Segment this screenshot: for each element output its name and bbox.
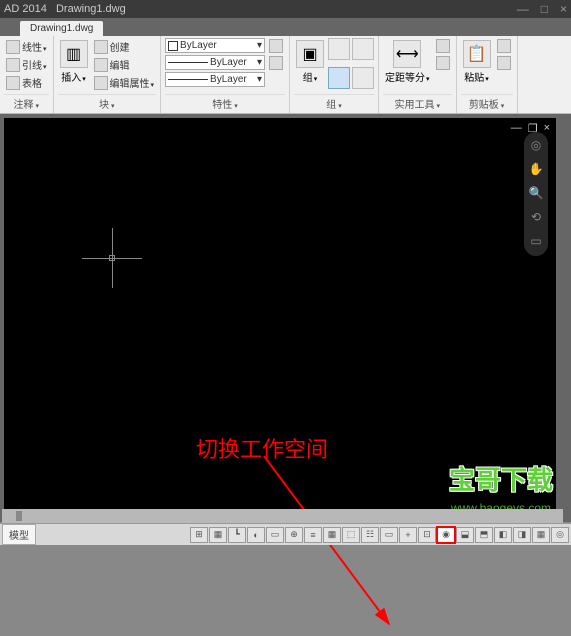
- panel-label-annotation[interactable]: 注释: [4, 94, 49, 111]
- title-bar: AD 2014 Drawing1.dwg — □ ×: [0, 0, 571, 18]
- panel-label-utilities[interactable]: 实用工具: [383, 94, 452, 111]
- status-button-15[interactable]: ⬒: [475, 527, 493, 543]
- status-button-9[interactable]: ☷: [361, 527, 379, 543]
- group-tool-4[interactable]: [352, 67, 374, 89]
- measure-icon: ⟷: [393, 40, 421, 68]
- layer-color-select[interactable]: ByLayer▾: [165, 38, 265, 53]
- group-tool-1[interactable]: [328, 38, 350, 60]
- status-button-10[interactable]: ▭: [380, 527, 398, 543]
- nav-showmotion-icon[interactable]: ▭: [528, 234, 544, 250]
- nav-pan-icon[interactable]: ✋: [528, 162, 544, 178]
- table-button[interactable]: 表格: [4, 74, 49, 91]
- nav-orbit-icon[interactable]: ⟲: [528, 210, 544, 226]
- maximize-button[interactable]: □: [541, 2, 548, 16]
- status-bar: 模型 ⊞▦┗◐▭⊕≡▦⬚☷▭+⊡◉⬓⬒◧◨▦◎: [0, 523, 571, 545]
- group-tool-2[interactable]: [352, 38, 374, 60]
- cut-icon[interactable]: [497, 39, 511, 53]
- paste-button[interactable]: 📋 粘贴: [461, 38, 493, 94]
- document-tabs: Drawing1.dwg: [0, 18, 571, 36]
- workspace-switch-button[interactable]: ◉: [437, 527, 455, 543]
- list-icon[interactable]: [269, 56, 283, 70]
- panel-label-group[interactable]: 组: [294, 94, 374, 111]
- editattr-icon: [94, 76, 108, 90]
- nav-wheel-icon[interactable]: ◎: [528, 138, 544, 154]
- insert-button[interactable]: ▥ 插入: [58, 38, 90, 94]
- util-icon-1[interactable]: [436, 39, 450, 53]
- status-button-5[interactable]: ⊕: [285, 527, 303, 543]
- util-icon-2[interactable]: [436, 56, 450, 70]
- edit-icon: [94, 58, 108, 72]
- status-button-19[interactable]: ◎: [551, 527, 569, 543]
- annotation-text: 切换工作空间: [196, 432, 328, 464]
- vp-close-icon[interactable]: ×: [544, 122, 550, 135]
- panel-label-block[interactable]: 块: [58, 94, 157, 111]
- status-button-7[interactable]: ▦: [323, 527, 341, 543]
- model-tab[interactable]: 模型: [2, 524, 36, 545]
- paste-icon: 📋: [463, 40, 491, 68]
- status-button-18[interactable]: ▦: [532, 527, 550, 543]
- status-button-12[interactable]: ⊡: [418, 527, 436, 543]
- ribbon: 线性 引线 表格 注释 ▥ 插入 创建 编辑 编辑属性 块 ByLayer▾ B…: [0, 36, 571, 114]
- create-icon: [94, 40, 108, 54]
- status-button-3[interactable]: ◐: [247, 527, 265, 543]
- horizontal-scrollbar[interactable]: [2, 509, 563, 523]
- create-button[interactable]: 创建: [92, 38, 157, 55]
- status-button-16[interactable]: ◧: [494, 527, 512, 543]
- nav-zoom-icon[interactable]: 🔍: [528, 186, 544, 202]
- status-button-17[interactable]: ◨: [513, 527, 531, 543]
- leader-icon: [6, 58, 20, 72]
- insert-icon: ▥: [60, 40, 88, 68]
- panel-label-clipboard[interactable]: 剪贴板: [461, 94, 513, 111]
- match-icon[interactable]: [269, 39, 283, 53]
- status-button-14[interactable]: ⬓: [456, 527, 474, 543]
- close-button[interactable]: ×: [560, 2, 567, 16]
- status-button-1[interactable]: ▦: [209, 527, 227, 543]
- navigation-bar: ◎ ✋ 🔍 ⟲ ▭: [524, 132, 548, 256]
- document-tab[interactable]: Drawing1.dwg: [20, 21, 103, 36]
- status-button-0[interactable]: ⊞: [190, 527, 208, 543]
- linear-icon: [6, 40, 20, 54]
- group-tool-3[interactable]: [328, 67, 350, 89]
- measure-button[interactable]: ⟷ 定距等分: [383, 38, 432, 94]
- edit-button[interactable]: 编辑: [92, 56, 157, 73]
- window-controls: — □ ×: [517, 2, 567, 16]
- minimize-button[interactable]: —: [517, 2, 529, 16]
- lineweight-select[interactable]: ByLayer▾: [165, 72, 265, 87]
- panel-label-properties[interactable]: 特性: [165, 94, 285, 111]
- group-icon: ▣: [296, 40, 324, 68]
- leader-button[interactable]: 引线: [4, 56, 49, 73]
- status-button-6[interactable]: ≡: [304, 527, 322, 543]
- group-button[interactable]: ▣ 组: [294, 38, 326, 94]
- copy-icon[interactable]: [497, 56, 511, 70]
- status-button-4[interactable]: ▭: [266, 527, 284, 543]
- table-icon: [6, 76, 20, 90]
- status-button-11[interactable]: +: [399, 527, 417, 543]
- editattr-button[interactable]: 编辑属性: [92, 74, 157, 91]
- watermark-logo: 宝哥下载: [449, 460, 553, 497]
- vp-minimize-icon[interactable]: —: [511, 122, 522, 135]
- linear-button[interactable]: 线性: [4, 38, 49, 55]
- status-button-2[interactable]: ┗: [228, 527, 246, 543]
- status-button-8[interactable]: ⬚: [342, 527, 360, 543]
- linetype-select[interactable]: ByLayer▾: [165, 55, 265, 70]
